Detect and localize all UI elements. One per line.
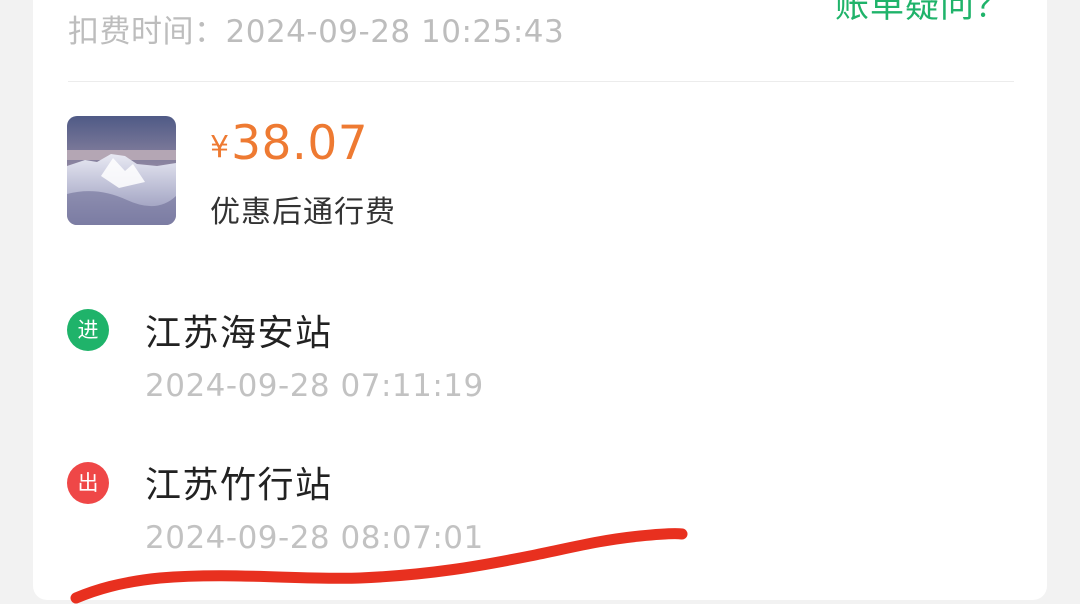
deduct-time-label: 扣费时间： <box>68 14 226 50</box>
toll-bill-card <box>33 0 1047 600</box>
trip-thumbnail-image <box>67 116 176 225</box>
exit-badge-icon: 出 <box>67 462 109 504</box>
entry-station-name: 江苏海安站 <box>145 313 333 354</box>
exit-time: 2024-09-28 08:07:01 <box>145 520 484 556</box>
deduct-time-value: 2024-09-28 10:25:43 <box>225 14 565 50</box>
divider <box>68 81 1014 82</box>
toll-amount: ¥38.07 <box>210 120 368 167</box>
bill-dispute-link[interactable]: 账单疑问？ <box>835 0 1010 27</box>
currency-symbol: ¥ <box>210 130 230 165</box>
entry-time: 2024-09-28 07:11:19 <box>145 368 484 404</box>
exit-station-name: 江苏竹行站 <box>145 465 333 506</box>
entry-badge-icon: 进 <box>67 309 109 351</box>
snowy-lake-landscape-icon <box>67 116 176 225</box>
deduct-time-row: 扣费时间：2024-09-28 10:25:43 <box>68 6 564 51</box>
toll-amount-value: 38.07 <box>231 116 369 171</box>
toll-amount-label: 优惠后通行费 <box>210 195 396 230</box>
